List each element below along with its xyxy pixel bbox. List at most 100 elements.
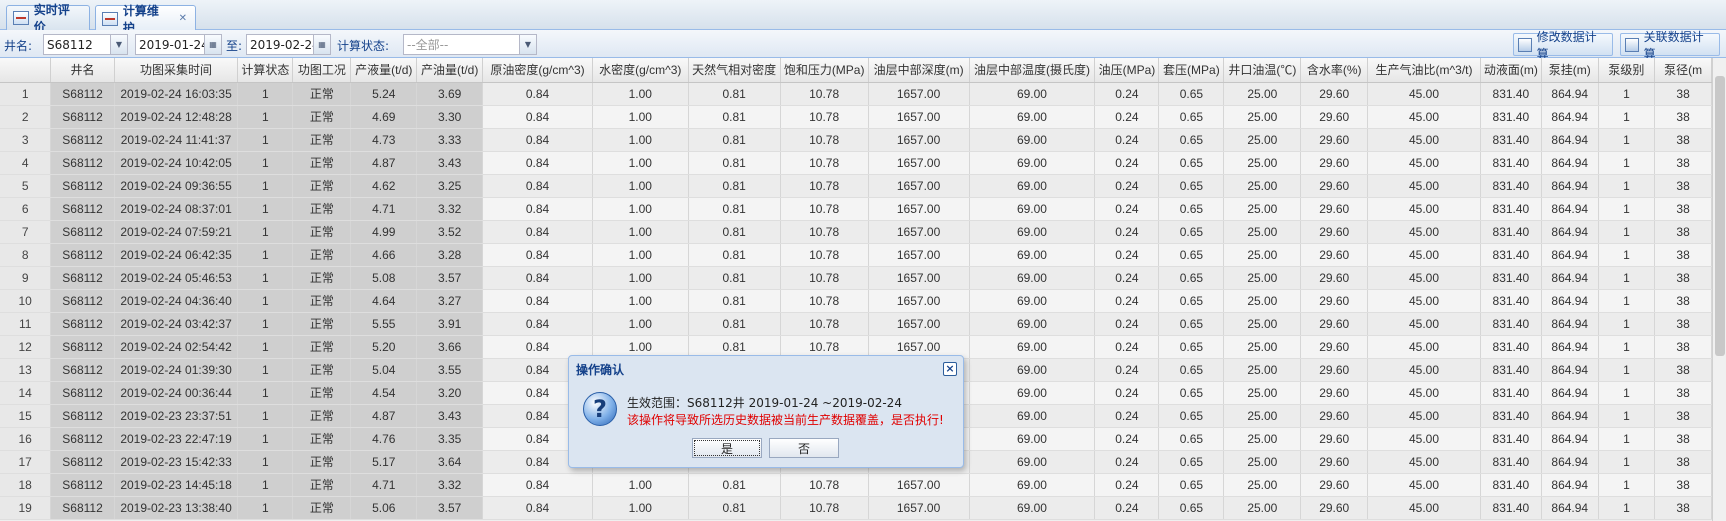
table-cell: 0.84 [482, 243, 593, 267]
close-tab-icon[interactable]: ✕ [179, 13, 187, 24]
column-header[interactable]: 产液量(t/d) [350, 58, 418, 83]
column-header[interactable]: 套压(MPa) [1158, 58, 1225, 83]
yes-button[interactable]: 是 [692, 438, 762, 458]
table-row[interactable]: 10 S68112 2019-02-24 04:36:40 1 正常 4.64 3.27 0.… [0, 289, 1712, 313]
table-cell: 38 [1654, 335, 1712, 359]
column-header[interactable]: 油层中部温度(摄氏度) [969, 58, 1096, 83]
table-row[interactable]: 8 S68112 2019-02-24 06:42:35 1 正常 4.66 3.28 0.8… [0, 243, 1712, 267]
table-cell: 0.84 [482, 174, 593, 198]
table-cell: 831.40 [1480, 496, 1542, 520]
status-value: --全部-- [407, 38, 449, 52]
table-cell: 69.00 [969, 450, 1096, 474]
table-cell: 正常 [292, 473, 352, 497]
table-cell: S68112 [50, 473, 115, 497]
table-cell: 69.00 [969, 496, 1096, 520]
column-header[interactable]: 油层中部深度(m) [868, 58, 970, 83]
table-cell: 3.64 [416, 450, 484, 474]
link-calc-button[interactable]: 关联数据计算 [1620, 30, 1720, 61]
table-cell: 831.40 [1480, 335, 1542, 359]
column-header[interactable]: 动液面(m) [1480, 58, 1542, 83]
column-header[interactable]: 产油量(t/d) [416, 58, 484, 83]
table-cell: 2019-02-24 09:36:55 [114, 174, 239, 198]
table-cell: 864.94 [1541, 289, 1599, 313]
table-cell: 0.65 [1158, 450, 1225, 474]
table-cell: 0.84 [482, 266, 593, 290]
chevron-down-icon[interactable]: ▼ [519, 35, 536, 54]
tab-realtime-eval[interactable]: 实时评价 [6, 3, 90, 34]
table-cell: 1 [1598, 82, 1656, 106]
table-cell: 4.62 [350, 174, 418, 198]
table-cell: 3.55 [416, 358, 484, 382]
table-row[interactable]: 19 S68112 2019-02-23 13:38:40 1 正常 5.06 3.57 0.… [0, 496, 1712, 520]
table-cell: 1 [237, 427, 294, 451]
row-number: 8 [0, 243, 52, 267]
table-row[interactable]: 9 S68112 2019-02-24 05:46:53 1 正常 5.08 3.57 0.8… [0, 266, 1712, 290]
table-row[interactable]: 11 S68112 2019-02-24 03:42:37 1 正常 5.55 3.91 0.… [0, 312, 1712, 336]
table-cell: 0.65 [1158, 151, 1225, 175]
column-header[interactable]: 天然气相对密度 [688, 58, 781, 83]
table-cell: 29.60 [1300, 427, 1369, 451]
table-cell: 4.99 [350, 220, 418, 244]
table-cell: 4.73 [350, 128, 418, 152]
table-row[interactable]: 6 S68112 2019-02-24 08:37:01 1 正常 4.71 3.32 0.8… [0, 197, 1712, 221]
column-header[interactable]: 泵挂(m) [1541, 58, 1599, 83]
table-row[interactable]: 2 S68112 2019-02-24 12:48:28 1 正常 4.69 3.30 0.8… [0, 105, 1712, 129]
calendar-icon[interactable]: ▦ [204, 35, 221, 54]
column-header[interactable]: 井口油温(℃) [1223, 58, 1302, 83]
table-cell: 69.00 [969, 266, 1096, 290]
close-icon[interactable]: × [943, 362, 957, 376]
modify-calc-button[interactable]: 修改数据计算 [1513, 30, 1613, 61]
table-cell: 1 [1598, 266, 1656, 290]
column-header[interactable]: 泵级别 [1598, 58, 1656, 83]
column-header[interactable]: 油压(MPa) [1094, 58, 1160, 83]
dialog-scope-text: 生效范围：S68112井 2019-01-24 ~2019-02-24 [627, 396, 902, 410]
table-row[interactable]: 5 S68112 2019-02-24 09:36:55 1 正常 4.62 3.25 0.8… [0, 174, 1712, 198]
table-cell: 38 [1654, 128, 1712, 152]
column-header[interactable]: 水密度(g/cm^3) [592, 58, 689, 83]
column-header[interactable]: 饱和压力(MPa) [780, 58, 869, 83]
table-cell: 1657.00 [868, 197, 970, 221]
toolbar: 井名: S68112 ▼ 2019-01-24 ▦ 至: 2019-02-24 … [0, 30, 1726, 61]
column-header[interactable]: 功图采集时间 [114, 58, 239, 83]
column-header[interactable]: 井名 [50, 58, 115, 83]
table-cell: S68112 [50, 197, 115, 221]
table-cell: 0.81 [688, 266, 781, 290]
table-cell: 45.00 [1367, 197, 1481, 221]
table-row[interactable]: 4 S68112 2019-02-24 10:42:05 1 正常 4.87 3.43 0.8… [0, 151, 1712, 175]
table-row[interactable]: 7 S68112 2019-02-24 07:59:21 1 正常 4.99 3.52 0.8… [0, 220, 1712, 244]
column-header[interactable]: 生产气油比(m^3/t) [1367, 58, 1481, 83]
column-header[interactable]: 功图工况 [292, 58, 352, 83]
end-date-field[interactable]: 2019-02-24 ▦ [246, 34, 331, 55]
table-cell: 5.08 [350, 266, 418, 290]
table-cell: 0.84 [482, 105, 593, 129]
table-cell: 29.60 [1300, 335, 1369, 359]
table-cell: 831.40 [1480, 473, 1542, 497]
column-header[interactable]: 计算状态 [237, 58, 294, 83]
no-button[interactable]: 否 [769, 438, 839, 458]
well-select[interactable]: S68112 ▼ [43, 34, 128, 55]
table-cell: 864.94 [1541, 105, 1599, 129]
table-cell: 831.40 [1480, 289, 1542, 313]
scroll-thumb[interactable] [1715, 76, 1725, 356]
table-cell: 831.40 [1480, 128, 1542, 152]
column-header[interactable]: 含水率(%) [1300, 58, 1369, 83]
tab-calc-maintenance[interactable]: 计算维护 ✕ [95, 4, 196, 35]
table-row[interactable]: 3 S68112 2019-02-24 11:41:37 1 正常 4.73 3.33 0.8… [0, 128, 1712, 152]
table-cell: 1.00 [592, 82, 689, 106]
table-cell: S68112 [50, 450, 115, 474]
chevron-down-icon[interactable]: ▼ [110, 35, 127, 54]
table-row[interactable]: 1 S68112 2019-02-24 16:03:35 1 正常 5.24 3.69 0.8… [0, 82, 1712, 106]
table-cell: 864.94 [1541, 151, 1599, 175]
table-cell: 1 [237, 312, 294, 336]
table-cell: 1 [237, 404, 294, 428]
column-header[interactable]: 泵径(m [1654, 58, 1712, 83]
table-cell: 25.00 [1223, 404, 1302, 428]
table-row[interactable]: 18 S68112 2019-02-23 14:45:18 1 正常 4.71 3.32 0.… [0, 473, 1712, 497]
column-header[interactable]: 原油密度(g/cm^3) [482, 58, 593, 83]
calendar-icon[interactable]: ▦ [313, 35, 330, 54]
vertical-scrollbar[interactable] [1712, 58, 1726, 521]
table-cell: 864.94 [1541, 82, 1599, 106]
table-cell: 1 [1598, 243, 1656, 267]
status-select[interactable]: --全部-- ▼ [403, 34, 537, 55]
start-date-field[interactable]: 2019-01-24 ▦ [135, 34, 222, 55]
